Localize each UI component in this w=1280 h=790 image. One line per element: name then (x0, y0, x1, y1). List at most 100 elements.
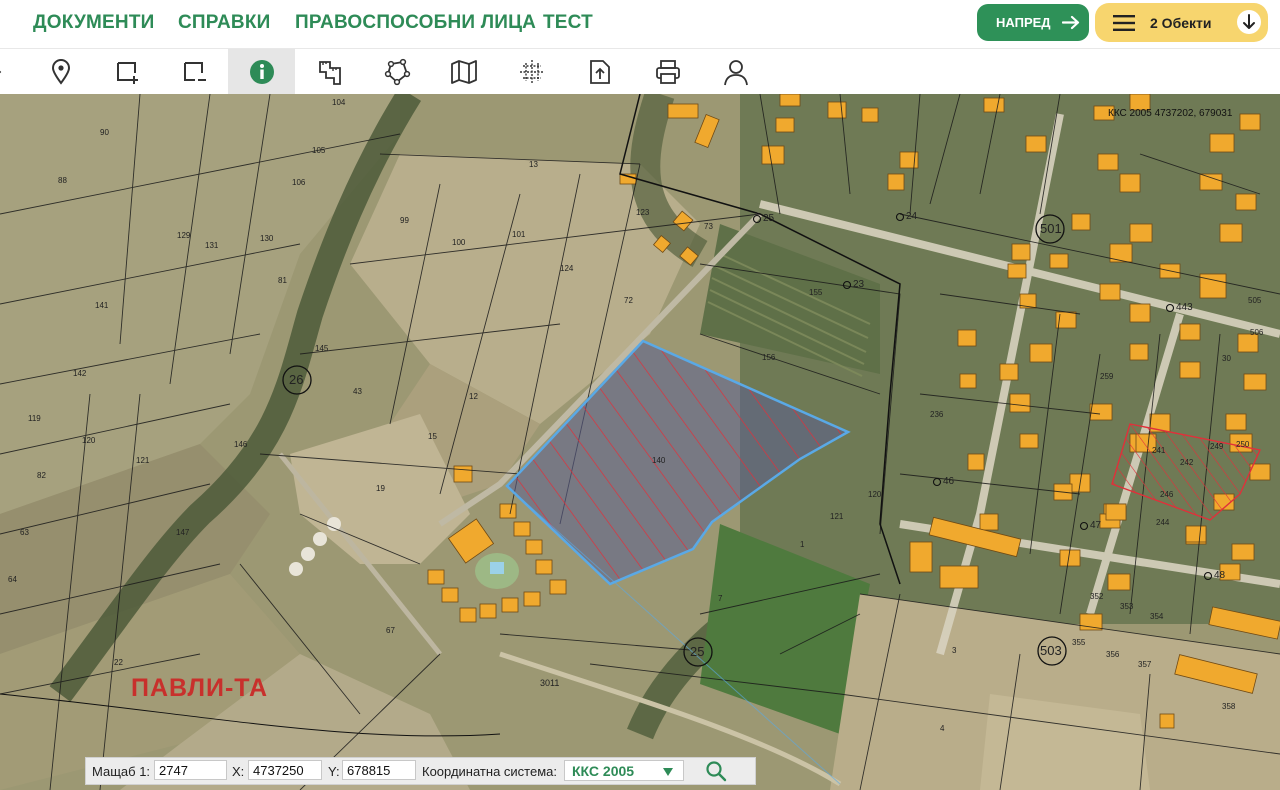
parcel-number: 120 (82, 436, 96, 445)
parcel-number: 244 (1156, 518, 1170, 527)
parcel-number: 142 (73, 369, 87, 378)
parcel-number: 99 (400, 216, 409, 225)
parcel-number: 147 (176, 528, 190, 537)
parcel-number: 140 (652, 456, 666, 465)
map-toolbar (0, 48, 1280, 95)
info-tool-button[interactable] (228, 49, 295, 95)
dropdown-triangle-icon (663, 768, 673, 776)
draw-polygon-plus-icon (116, 62, 138, 84)
parcel-number: 130 (260, 234, 274, 243)
print-tool-button[interactable] (634, 49, 701, 95)
parcel-number: 119 (28, 414, 41, 423)
parcel-number: 357 (1138, 660, 1152, 669)
download-icon[interactable] (1237, 10, 1261, 34)
parcel-number: 352 (1090, 592, 1104, 601)
nav-link-licensed-persons[interactable]: ПРАВОСПОСОБНИ ЛИЦА (295, 12, 536, 34)
nav-link-references[interactable]: СПРАВКИ (178, 12, 270, 34)
parcel-number: 7 (718, 594, 723, 603)
parcel-number: 3 (952, 646, 957, 655)
parcel-number: 13 (529, 160, 538, 169)
parcel-number: 259 (1100, 372, 1114, 381)
map-icon (450, 60, 477, 84)
x-coordinate-input[interactable]: 4737250 (248, 760, 322, 780)
point-label: 25 (763, 213, 775, 224)
block-number: 503 (1040, 643, 1062, 658)
parcel-number: 131 (205, 241, 219, 250)
parcel-number: 30 (1222, 354, 1231, 363)
hamburger-menu-icon (1113, 15, 1135, 31)
print-icon (655, 60, 680, 84)
search-icon (706, 761, 727, 782)
parcel-number: 104 (332, 98, 346, 107)
point-label: 47 (1090, 520, 1102, 531)
point-label: 46 (943, 476, 955, 487)
info-icon (249, 60, 274, 84)
arrow-right-icon (1062, 15, 1080, 30)
parcel-number: 241 (1152, 446, 1166, 455)
parcel-number: 90 (100, 128, 109, 137)
nav-link-test[interactable]: ТЕСТ (543, 12, 593, 34)
scale-label: Мащаб 1: (92, 764, 151, 779)
grid-tool-button[interactable] (498, 49, 565, 95)
parcel-number: 246 (1160, 490, 1174, 499)
expand-arrow-button[interactable] (0, 49, 16, 95)
parcel-number: 88 (58, 176, 67, 185)
parcel-number: 249 (1210, 442, 1224, 451)
next-button[interactable]: НАПРЕД (977, 4, 1089, 41)
parcel-number: 64 (8, 575, 17, 584)
parcel-number: 1 (800, 540, 805, 549)
user-tool-button[interactable] (702, 49, 769, 95)
cadastral-map[interactable]: ККС 2005 4737202, 679031 ПАВЛИ-ТА 26 25 … (0, 94, 1280, 790)
crs-readout: ККС 2005 4737202, 679031 (1108, 108, 1233, 119)
parcel-number: 67 (386, 626, 395, 635)
place-label: ПАВЛИ-ТА (131, 674, 269, 702)
point-label: 48 (1214, 570, 1226, 581)
add-polygon-tool-button[interactable] (94, 49, 161, 95)
block-number: 501 (1040, 221, 1062, 236)
crs-select[interactable]: ККС 2005 (564, 760, 684, 781)
measure-area-icon (318, 61, 341, 85)
y-coordinate-input[interactable]: 678815 (342, 760, 416, 780)
parcel-number: 15 (428, 432, 437, 441)
parcel-number: 145 (315, 344, 329, 353)
block-number: 25 (690, 644, 705, 659)
user-icon (723, 60, 748, 86)
parcel-number: 505 (1248, 296, 1262, 305)
parcel-number: 63 (20, 528, 29, 537)
export-document-icon (589, 60, 610, 84)
objects-button[interactable]: 2 Обекти (1095, 3, 1268, 42)
crs-selected-value: ККС 2005 (572, 763, 635, 779)
x-label: X: (232, 764, 245, 779)
nav-link-documents[interactable]: ДОКУМЕНТИ (33, 12, 155, 34)
polygon-nodes-tool-button[interactable] (363, 49, 430, 95)
point-label: 24 (906, 211, 918, 222)
parcel-number: 22 (114, 658, 123, 667)
parcel-number: 355 (1072, 638, 1086, 647)
y-label: Y: (328, 764, 340, 779)
remove-polygon-tool-button[interactable] (161, 49, 228, 95)
point-label: 3011 (540, 678, 560, 688)
top-navigation: ДОКУМЕНТИ СПРАВКИ ПРАВОСПОСОБНИ ЛИЦА ТЕС… (0, 0, 1280, 48)
parcel-number: 19 (376, 484, 385, 493)
parcel-number: 124 (560, 264, 574, 273)
map-layers-tool-button[interactable] (430, 49, 497, 95)
next-button-label: НАПРЕД (996, 15, 1051, 30)
parcel-number: 155 (809, 288, 823, 297)
measure-area-tool-button[interactable] (296, 49, 363, 95)
crs-label: Координатна система: (422, 764, 557, 779)
parcel-number: 82 (37, 471, 46, 480)
search-button[interactable] (700, 759, 732, 783)
scale-input[interactable]: 2747 (154, 760, 227, 780)
parcel-number: 156 (762, 353, 776, 362)
location-tool-button[interactable] (27, 49, 94, 95)
block-number: 26 (289, 372, 304, 387)
parcel-number: 506 (1250, 328, 1264, 337)
export-tool-button[interactable] (566, 49, 633, 95)
location-pin-icon (51, 59, 70, 85)
parcel-number: 43 (353, 387, 362, 396)
parcel-number: 250 (1236, 440, 1250, 449)
draw-polygon-minus-icon (183, 62, 206, 81)
parcel-number: 236 (930, 410, 944, 419)
parcel-number: 353 (1120, 602, 1134, 611)
objects-count-label: 2 Обекти (1150, 15, 1212, 31)
